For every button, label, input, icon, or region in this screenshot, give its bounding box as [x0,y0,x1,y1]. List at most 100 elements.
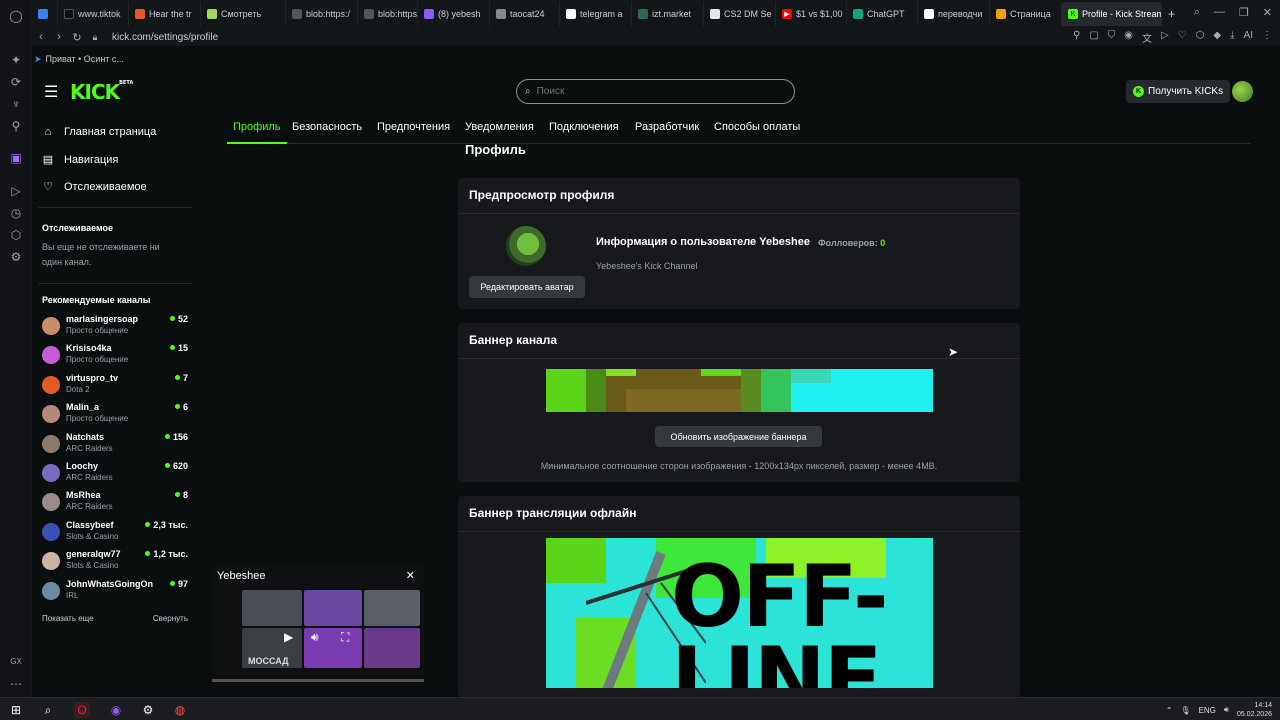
back-icon[interactable]: ‹ [32,31,50,43]
tab-connections[interactable]: Подключения [549,121,619,133]
windows-start-icon[interactable]: ⊞ [8,702,24,718]
opera-gx-icon[interactable]: O [74,702,90,718]
search-box[interactable]: ⌕ [516,79,795,104]
close-window-icon[interactable]: ✕ [1263,6,1272,19]
channel-item[interactable]: virtuspro_tv Dota 2 7 [42,373,188,399]
update-banner-button[interactable]: Обновить изображение баннера [655,426,822,447]
extensions-puzzle-icon[interactable]: ⬡ [1196,30,1205,45]
tab-item[interactable]: Hear the tr [129,2,201,26]
reload-icon[interactable]: ↻ [68,31,86,44]
tab-item[interactable]: ChatGPT [847,2,918,26]
tab-workspace[interactable] [32,2,58,26]
download-icon[interactable]: ⤓ [1230,30,1234,45]
fullscreen-icon[interactable]: ⛶ [341,630,349,645]
volume-icon[interactable]: 🔊︎ [311,630,319,645]
channel-item[interactable]: Krisiso4ka Просто общение 15 [42,343,188,369]
channel-item[interactable]: Natchats ARC Raiders 156 [42,432,188,458]
search-input[interactable] [536,86,757,97]
tab-item[interactable]: Смотреть [201,2,286,26]
clock[interactable]: 14:14 05.02.2026 [1237,701,1272,719]
nav-home[interactable]: ⌂ Главная страница [42,126,157,138]
pin-icon[interactable]: ⚲ [1073,30,1080,45]
tab-item[interactable]: CS2 DM Se [704,2,776,26]
tab-item[interactable]: taocat24 [490,2,560,26]
tab-preferences[interactable]: Предпочтения [377,121,450,133]
collapse-link[interactable]: Свернуть [153,614,188,623]
channel-item[interactable]: generalqw77 Slots & Casino 1,2 тыс. [42,549,188,575]
aria-icon[interactable]: ✦ [8,52,24,68]
channel-item[interactable]: MsRhea ARC Raiders 8 [42,490,188,516]
bookmark-heart-icon[interactable]: ♡ [1178,30,1187,45]
aria-ai-icon[interactable]: AI [1244,30,1253,45]
nav-browse[interactable]: ▤ Навигация [42,153,119,167]
maximize-icon[interactable]: ❐ [1239,6,1249,19]
tab-item[interactable]: telegram a [560,2,632,26]
tab-item[interactable]: Страница [990,2,1062,26]
link-icon[interactable]: ⚲ [8,118,24,134]
edit-avatar-button[interactable]: Редактировать аватар [469,276,585,298]
tab-item[interactable]: blob:https:/ [358,2,418,26]
discord-icon[interactable]: ◉ [108,702,124,718]
player-icon[interactable]: ▷ [8,183,24,199]
tab-item[interactable]: (8) yebesh [418,2,490,26]
channel-item[interactable]: Classybeef Slots & Casino 2,3 тыс. [42,520,188,546]
play-icon[interactable]: ▶ [284,630,293,644]
tray-expand-icon[interactable]: ⌃ [1166,706,1173,715]
mini-player[interactable]: Yebeshee ✕ МОССАД ▶ 🔊︎ ⛶ [212,566,424,684]
tab-developer[interactable]: Разработчик [635,121,699,133]
settings-icon[interactable]: ⚙ [8,249,24,265]
nav-following[interactable]: ♡ Отслеживаемое [42,180,147,194]
mini-player-progress[interactable] [212,679,424,682]
search-tabs-icon[interactable]: ⌕ [1194,6,1200,19]
mic-icon[interactable]: 🎙︎ [1180,706,1190,715]
more-icon[interactable]: ⋯ [8,676,24,692]
channel-category: Slots & Casino [66,561,119,571]
channel-item[interactable]: JohnWhatsGoingOn IRL 97 [42,579,188,605]
channel-item[interactable]: marlasingersoap Просто общение 52 [42,314,188,340]
adblock-icon[interactable]: ◆ [1213,30,1221,45]
tab-profile[interactable]: Профиль [233,121,281,133]
tab-payment-methods[interactable]: Способы оплаты [714,121,800,133]
kick-header: ☰ KICKBETA ⌕ K Получить KICKs [32,72,1280,112]
tab-security[interactable]: Безопасность [292,121,362,133]
tab-notifications[interactable]: Уведомления [465,121,534,133]
opera-logo-icon[interactable]: ◯ [8,8,24,24]
bookmark-item[interactable]: Приват • Осинт с... [46,54,124,64]
tab-item[interactable]: izt.market [632,2,704,26]
vpn-icon[interactable]: ⛉ [1108,30,1116,45]
translate-icon[interactable]: 文 [1142,30,1152,45]
search-icon[interactable]: ⌕ [40,702,56,718]
tab-item[interactable]: blob:https:/ [286,2,358,26]
tab-active[interactable]: K Profile - Kick Stream [1062,2,1162,26]
channel-item[interactable]: Malin_a Просто общение 6 [42,402,188,428]
tab-item[interactable]: ▶ $1 vs $1,00 [776,2,847,26]
steam-icon[interactable]: ⚙ [140,702,156,718]
lock-icon[interactable]: 🔒︎ [86,32,104,43]
close-icon[interactable]: ✕ [406,569,415,582]
app-icon[interactable]: ◍ [172,702,188,718]
crypto-wallet-icon[interactable]: ♆ [8,96,24,112]
kick-logo[interactable]: KICKBETA [70,80,133,104]
user-avatar[interactable] [1232,81,1253,102]
language-indicator[interactable]: ENG [1199,706,1216,715]
new-tab-button[interactable]: + [1162,2,1180,26]
tab-item[interactable]: переводчи [918,2,990,26]
forward-icon[interactable]: › [50,31,68,43]
play-icon[interactable]: ▷ [1161,30,1169,45]
channel-item[interactable]: Loochy ARC Raiders 620 [42,461,188,487]
url-field[interactable]: kick.com/settings/profile [112,32,218,43]
show-more-link[interactable]: Показать еще [42,614,94,623]
volume-icon[interactable]: 🔊︎ [1224,705,1229,715]
get-kicks-button[interactable]: K Получить KICKs [1126,80,1231,103]
gx-icon[interactable]: GX [8,653,24,669]
tracker-icon[interactable]: ◉ [1124,30,1133,45]
pinboard-icon[interactable]: ⟳ [8,74,24,90]
menu-dots-icon[interactable]: ⋮ [1262,30,1272,45]
tab-item[interactable]: www.tiktok [58,2,129,26]
snapshot-icon[interactable]: ▢ [1089,30,1098,45]
history-icon[interactable]: ◷ [8,205,24,221]
extensions-icon[interactable]: ⬡ [8,227,24,243]
twitch-icon[interactable]: ▣ [8,150,24,166]
minimize-icon[interactable]: — [1214,6,1225,19]
hamburger-menu-icon[interactable]: ☰ [44,82,58,102]
